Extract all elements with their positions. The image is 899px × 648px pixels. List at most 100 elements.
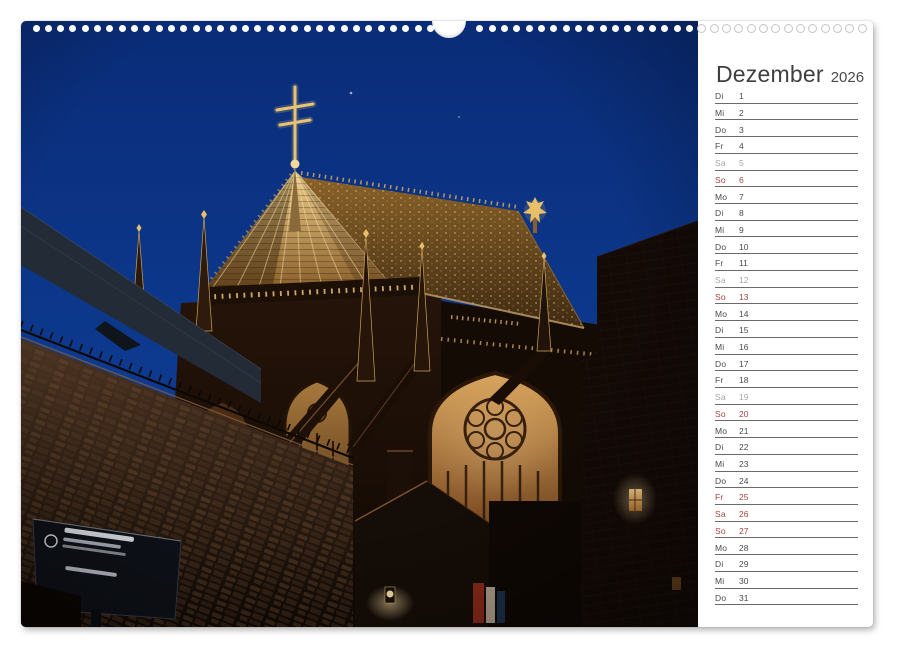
date-number: 6 [739, 176, 744, 185]
date-number: 10 [739, 243, 748, 252]
binding-hole [353, 25, 360, 32]
weekday-label: So [715, 527, 739, 536]
binding-hole [550, 25, 557, 32]
day-row: Mi16 [715, 338, 858, 355]
day-row: Mo28 [715, 538, 858, 555]
binding-hole [119, 25, 126, 32]
weekday-label: Do [715, 360, 739, 369]
day-row: So27 [715, 522, 858, 539]
binding-hole [82, 25, 89, 32]
binding-hole [402, 25, 409, 32]
date-number: 27 [739, 527, 748, 536]
weekday-label: Sa [715, 159, 739, 168]
binding-hole [390, 25, 397, 32]
day-row: Do17 [715, 355, 858, 372]
weekday-label: Sa [715, 393, 739, 402]
binding-hole [156, 25, 163, 32]
day-rows: Di1Mi2Do3Fr4Sa5So6Mo7Di8Mi9Do10Fr11Sa12S… [715, 87, 858, 605]
date-number: 11 [739, 259, 748, 268]
binding-hole [217, 25, 224, 32]
date-number: 24 [739, 477, 748, 486]
weekday-label: So [715, 293, 739, 302]
weekday-label: Fr [715, 259, 739, 268]
day-row: Sa19 [715, 388, 858, 405]
weekday-label: Mi [715, 460, 739, 469]
binding-hole [637, 25, 644, 32]
binding-hole [698, 25, 705, 32]
binding-hole [797, 25, 804, 32]
weekday-label: Do [715, 477, 739, 486]
day-row: Di22 [715, 438, 858, 455]
binding-hole [846, 25, 853, 32]
binding-hole [822, 25, 829, 32]
binding-hole [600, 25, 607, 32]
binding-hole [587, 25, 594, 32]
day-row: Mi30 [715, 572, 858, 589]
binding-hole [674, 25, 681, 32]
binding-hole [45, 25, 52, 32]
day-row: Mo7 [715, 187, 858, 204]
day-row: Fr25 [715, 488, 858, 505]
binding-hole [230, 25, 237, 32]
date-number: 21 [739, 427, 748, 436]
binding-hole [526, 25, 533, 32]
day-row: Mi9 [715, 221, 858, 238]
date-number: 14 [739, 310, 748, 319]
date-number: 12 [739, 276, 748, 285]
binding-hole [57, 25, 64, 32]
weekday-label: Di [715, 326, 739, 335]
weekday-label: Mi [715, 226, 739, 235]
day-row: Fr11 [715, 254, 858, 271]
date-number: 22 [739, 443, 748, 452]
binding-hole [94, 25, 101, 32]
day-row: Do10 [715, 237, 858, 254]
date-number: 5 [739, 159, 744, 168]
weekday-label: Mi [715, 577, 739, 586]
month-title: Dezember 2026 [716, 61, 864, 88]
day-row: Sa26 [715, 505, 858, 522]
day-row: Di8 [715, 204, 858, 221]
weekday-label: Mo [715, 427, 739, 436]
day-row: Fr4 [715, 137, 858, 154]
binding-hole [328, 25, 335, 32]
date-number: 8 [739, 209, 744, 218]
binding-hole [538, 25, 545, 32]
weekday-label: So [715, 176, 739, 185]
binding-hole [106, 25, 113, 32]
year-label: 2026 [831, 69, 864, 86]
binding-hole [341, 25, 348, 32]
day-row: Fr18 [715, 371, 858, 388]
date-number: 13 [739, 293, 748, 302]
binding-hole [489, 25, 496, 32]
calendar-photo [21, 21, 698, 627]
binding-hole [180, 25, 187, 32]
day-row: Mi2 [715, 104, 858, 121]
weekday-label: Mo [715, 544, 739, 553]
date-number: 1 [739, 92, 744, 101]
binding-hole [809, 25, 816, 32]
date-number: 3 [739, 126, 744, 135]
binding-hole [69, 25, 76, 32]
binding-hole [415, 25, 422, 32]
binding-hole [649, 25, 656, 32]
date-number: 15 [739, 326, 748, 335]
day-row: So13 [715, 288, 858, 305]
date-number: 28 [739, 544, 748, 553]
date-number: 20 [739, 410, 748, 419]
binding-hole [513, 25, 520, 32]
binding-hole [378, 25, 385, 32]
binding-hole [254, 25, 261, 32]
day-row: Di15 [715, 321, 858, 338]
day-row: Do31 [715, 589, 858, 606]
weekday-label: Di [715, 560, 739, 569]
day-row: So20 [715, 405, 858, 422]
binding-hole [291, 25, 298, 32]
binding-hole [476, 25, 483, 32]
binding-hole [624, 25, 631, 32]
date-number: 23 [739, 460, 748, 469]
planner-column: Dezember 2026 Di1Mi2Do3Fr4Sa5So6Mo7Di8Mi… [698, 21, 873, 627]
binding-holes [21, 21, 873, 41]
day-row: Sa5 [715, 154, 858, 171]
weekday-label: Sa [715, 510, 739, 519]
date-number: 9 [739, 226, 744, 235]
